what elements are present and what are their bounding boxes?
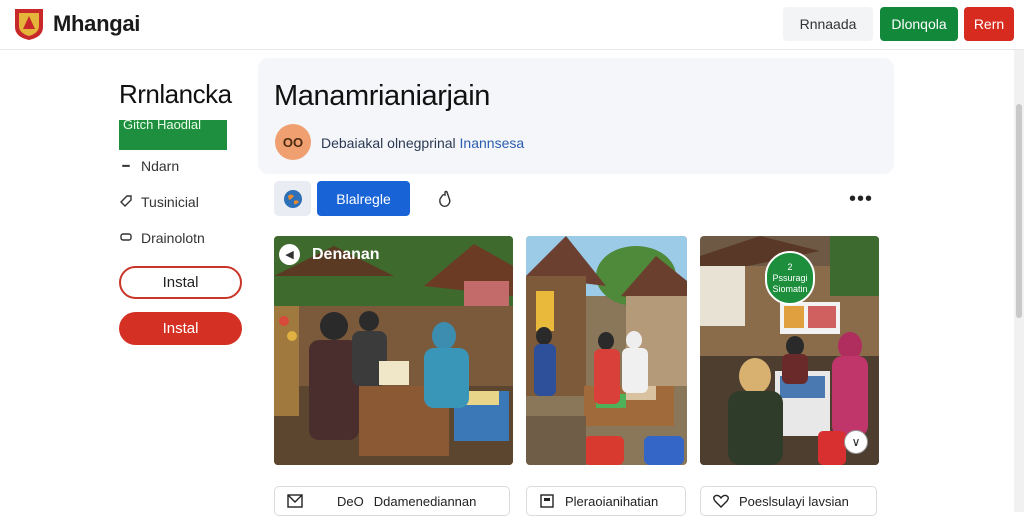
header-card	[258, 58, 894, 174]
book-icon	[539, 493, 555, 509]
sidebar-item-label: Ndarn	[141, 158, 180, 174]
sidebar-title: Rrnlancka	[119, 79, 232, 109]
card-label: Poeslsulayi lavsian	[739, 493, 849, 509]
card-label: Ddamenediannan	[373, 493, 477, 509]
badge-text: Pssuragi	[772, 272, 808, 283]
badge-number: 2	[787, 261, 793, 272]
photo-village-street[interactable]	[526, 236, 687, 465]
install-filled-button[interactable]: Instal	[119, 312, 242, 345]
subtitle-text: Debaiakal olnegprinal	[321, 135, 456, 151]
subtitle-accent-link[interactable]: Inannsesa	[460, 135, 525, 151]
sidebar-item-label: Drainolotn	[141, 230, 205, 246]
promo-badge[interactable]: 2 Pssuragi Siomatin	[765, 251, 815, 305]
sidebar-item-3[interactable]: Drainolotn	[119, 230, 205, 246]
card-label: Pleraoianihatian	[565, 493, 659, 509]
card-prefix: DeO	[337, 493, 364, 509]
topbar-button-2[interactable]: Dlonqola	[880, 7, 958, 41]
brand-name[interactable]: Mhangai	[53, 11, 140, 37]
header-subtitle: Debaiakal olnegprinal Inannsesa	[321, 135, 524, 151]
sidebar-item-2[interactable]: Tusinicial	[119, 194, 199, 210]
box-icon	[119, 231, 133, 245]
dash-icon: ━	[122, 159, 130, 173]
sidebar-item-1[interactable]: ━ Ndarn	[119, 158, 179, 174]
back-icon[interactable]: ◀	[279, 244, 300, 265]
topbar-button-1[interactable]: Rnnaada	[783, 7, 873, 41]
install-outline-button[interactable]: Instal	[119, 266, 242, 299]
top-bar: Mhangai Rnnaada Dlonqola Rern	[0, 0, 1024, 50]
chevron-down-icon[interactable]: ∨	[844, 430, 868, 454]
photo-market-stall[interactable]	[274, 236, 513, 465]
primary-action-button[interactable]: Blalregle	[317, 181, 410, 216]
tag-icon	[119, 194, 133, 210]
hand-icon[interactable]	[432, 186, 458, 212]
scrollbar-thumb[interactable]	[1016, 104, 1022, 318]
mail-icon	[287, 493, 303, 509]
globe-icon[interactable]	[274, 181, 311, 216]
page-title: Manamrianiarjain	[274, 80, 491, 112]
badge-subtext: Siomatin	[772, 283, 808, 294]
avatar[interactable]: OO	[275, 124, 311, 160]
sidebar-green-banner[interactable]: Gitch Haodlal	[119, 120, 227, 150]
heart-icon	[713, 493, 729, 509]
topbar-button-3[interactable]: Rern	[964, 7, 1014, 41]
sidebar-item-label: Tusinicial	[141, 194, 199, 210]
brand-logo-icon[interactable]	[13, 7, 45, 41]
photo-label: Denanan	[312, 246, 380, 263]
more-icon[interactable]: •••	[846, 186, 876, 212]
